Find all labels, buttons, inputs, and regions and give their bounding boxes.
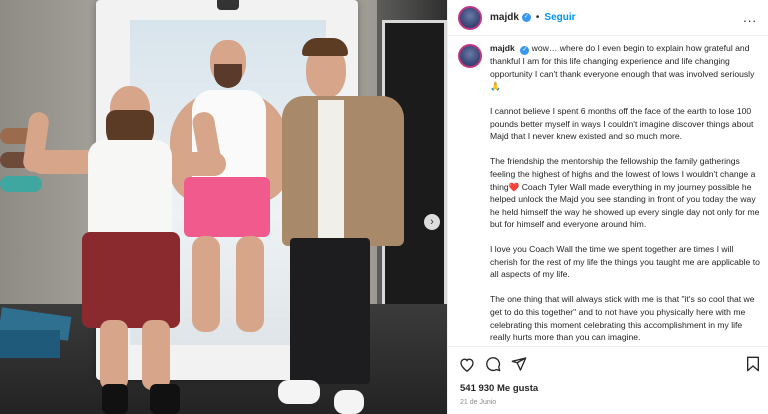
comment-icon bbox=[486, 357, 501, 372]
caption-avatar[interactable] bbox=[458, 44, 482, 68]
foam-roller bbox=[0, 176, 42, 192]
before-beard bbox=[214, 64, 242, 88]
separator: • bbox=[535, 12, 540, 23]
man-left-tank-top bbox=[88, 140, 172, 244]
man-left-shoe bbox=[102, 384, 128, 414]
man-left-leg bbox=[142, 320, 170, 390]
bookmark-icon bbox=[747, 356, 759, 372]
more-options-button[interactable]: ... bbox=[743, 10, 757, 25]
post-image: › bbox=[0, 0, 447, 414]
follow-button[interactable]: Seguir bbox=[544, 12, 575, 23]
exercise-mat bbox=[0, 330, 60, 358]
heart-icon bbox=[460, 357, 474, 372]
like-count[interactable]: 541 930 Me gusta bbox=[460, 383, 538, 394]
post-date: 21 de Junio bbox=[460, 399, 497, 406]
man-left-shoe bbox=[150, 384, 180, 414]
caption-paragraph: The one thing that will always stick wit… bbox=[490, 294, 755, 342]
man-right-shirt bbox=[318, 100, 344, 242]
post-actions: 541 930 Me gusta 21 de Junio bbox=[448, 346, 768, 414]
man-right-hair bbox=[302, 38, 348, 56]
verified-badge-icon: ✓ bbox=[520, 46, 530, 55]
caption-paragraph: I love you Coach Wall the time we spent … bbox=[490, 244, 760, 280]
man-right-shoe bbox=[278, 380, 320, 404]
next-image-button[interactable]: › bbox=[424, 214, 440, 230]
username-link[interactable]: majdk bbox=[490, 12, 519, 23]
man-left-leg bbox=[100, 320, 128, 390]
man-right-pants bbox=[290, 238, 370, 384]
caption: majdk ✓ wow… where do I even begin to ex… bbox=[458, 42, 763, 342]
comment-button[interactable] bbox=[484, 355, 502, 373]
caption-paragraph: wow… where do I even begin to explain ho… bbox=[490, 43, 755, 92]
post-sidebar: majdk ✓ • Seguir ... majdk ✓ wow… where … bbox=[447, 0, 768, 414]
verified-badge-icon: ✓ bbox=[521, 13, 531, 22]
send-icon bbox=[511, 357, 527, 371]
before-leg bbox=[192, 236, 220, 332]
save-button[interactable] bbox=[744, 355, 762, 373]
caption-username-link[interactable]: majdk bbox=[490, 43, 515, 53]
share-button[interactable] bbox=[510, 355, 528, 373]
caption-scroll-area[interactable]: majdk ✓ wow… where do I even begin to ex… bbox=[458, 42, 763, 342]
before-leg bbox=[236, 236, 264, 332]
frame-sensor bbox=[217, 0, 239, 10]
before-shorts bbox=[184, 177, 270, 237]
avatar[interactable] bbox=[458, 5, 482, 30]
chevron-right-icon: › bbox=[430, 216, 434, 228]
caption-paragraph: The friendship the mentorship the fellow… bbox=[490, 156, 760, 230]
like-button[interactable] bbox=[458, 355, 476, 373]
man-left-shorts bbox=[82, 232, 180, 328]
post-header: majdk ✓ • Seguir ... bbox=[448, 0, 768, 36]
man-right-shoe bbox=[334, 390, 364, 414]
caption-text: majdk ✓ wow… where do I even begin to ex… bbox=[490, 42, 763, 342]
caption-paragraph: I cannot believe I spent 6 months off th… bbox=[490, 106, 754, 142]
